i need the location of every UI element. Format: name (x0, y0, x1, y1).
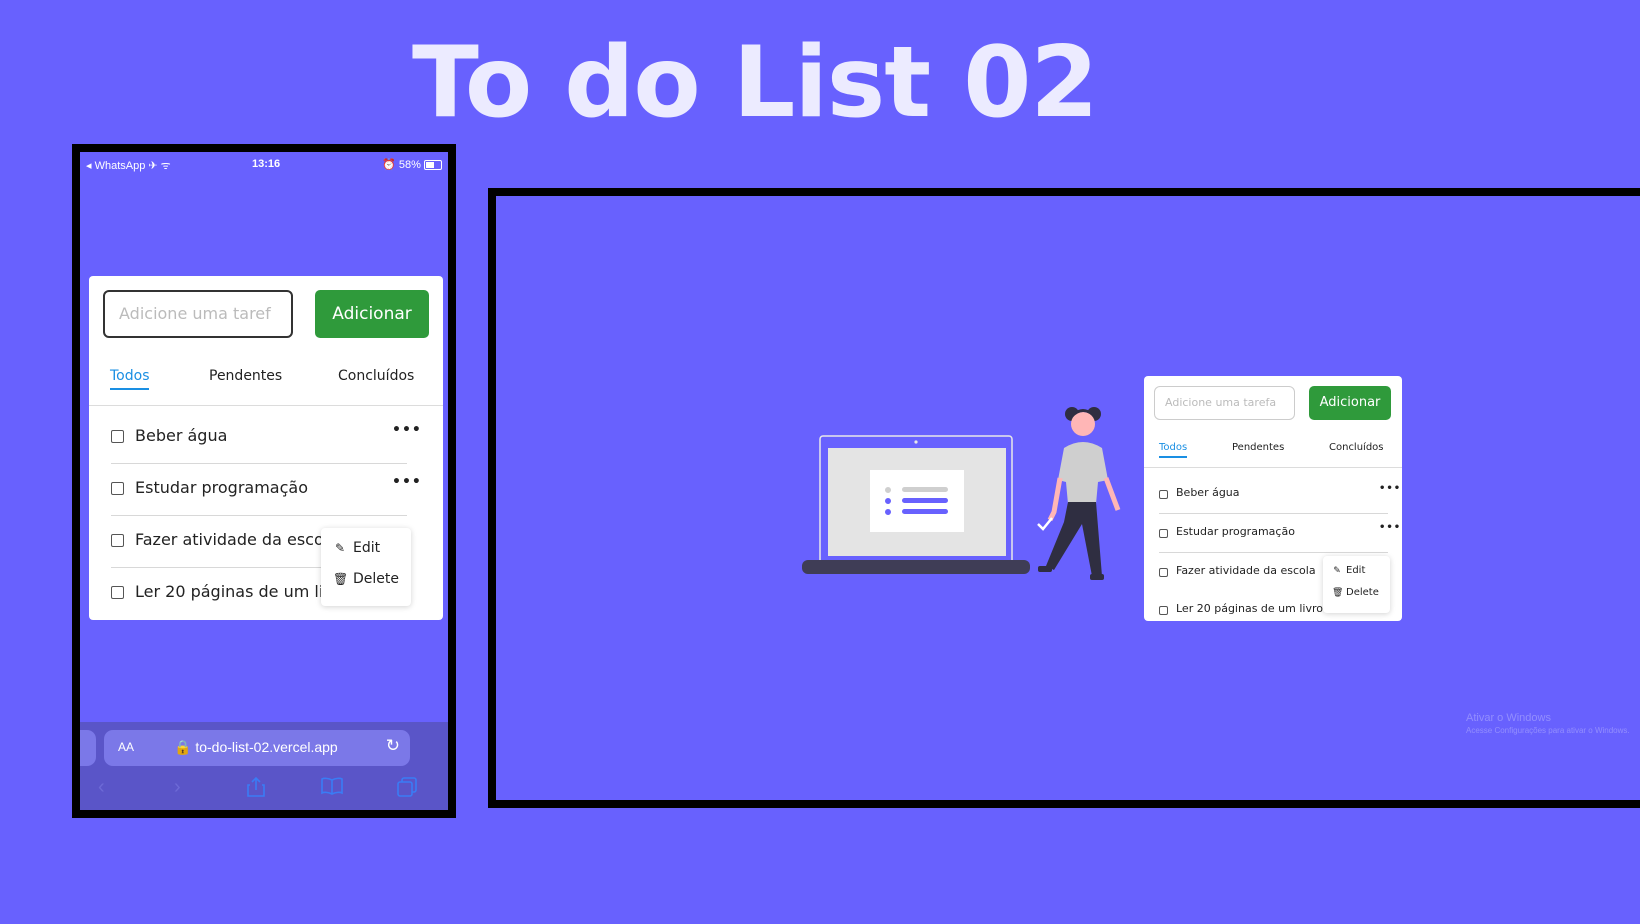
watermark-line-1: Ativar o Windows (1466, 712, 1551, 724)
tabs-divider (89, 405, 443, 406)
desktop-screenshot: Adicione uma tarefa Adicionar Todos Pend… (488, 188, 1640, 808)
bookmarks-icon[interactable] (320, 776, 344, 802)
pencil-icon: ✎ (334, 541, 346, 555)
back-icon[interactable]: ‹ (98, 776, 105, 799)
pencil-icon: ✎ (1333, 566, 1341, 576)
tabs-divider (1144, 467, 1402, 468)
task-text: Beber água (135, 426, 228, 445)
edit-label: Edit (1346, 565, 1366, 576)
share-icon[interactable] (246, 776, 266, 804)
trash-icon: 🗑 (333, 572, 349, 586)
delete-menu-item[interactable]: 🗑 Delete (1332, 587, 1379, 598)
edit-label: Edit (353, 540, 381, 556)
task-input[interactable]: Adicione uma taref (103, 290, 293, 338)
task-text: Estudar programação (135, 478, 308, 497)
add-button[interactable]: Adicionar (315, 290, 429, 338)
reload-icon[interactable]: ↻ (386, 736, 400, 756)
more-options-icon[interactable]: ••• (1379, 522, 1401, 533)
phone-screen: ◂ WhatsApp ✈ ᯤ 13:16 ⏰ 58% Adicione uma … (80, 152, 448, 810)
task-checkbox[interactable] (111, 534, 124, 547)
task-divider (111, 515, 407, 516)
task-item: Beber água ••• (1159, 482, 1400, 514)
task-text: Ler 20 páginas de um livro (1176, 602, 1323, 615)
url-text[interactable]: 🔒 to-do-list-02.vercel.app (174, 739, 338, 756)
laptop-person-illustration (802, 407, 1121, 580)
task-text: Beber água (1176, 486, 1240, 499)
phone-frame: ◂ WhatsApp ✈ ᯤ 13:16 ⏰ 58% Adicione uma … (72, 144, 456, 818)
task-checkbox[interactable] (111, 482, 124, 495)
status-time: 13:16 (252, 158, 281, 170)
delete-menu-item[interactable]: 🗑 Delete (333, 571, 399, 587)
task-item: Beber água ••• (111, 416, 421, 464)
tab-all[interactable]: Todos (1159, 442, 1188, 458)
browser-toolbar: AA 🔒 to-do-list-02.vercel.app ↻ ‹ › (80, 722, 448, 810)
more-options-icon[interactable]: ••• (392, 474, 422, 490)
todo-card: Adicione uma taref Adicionar Todos Pende… (89, 276, 443, 620)
delete-label: Delete (353, 571, 399, 587)
task-divider (1159, 552, 1388, 553)
task-text: Fazer atividade da escola (1176, 564, 1316, 577)
task-context-menu: ✎ Edit 🗑 Delete (1323, 556, 1390, 613)
task-checkbox[interactable] (1159, 490, 1168, 499)
tab-done[interactable]: Concluídos (1329, 442, 1384, 456)
edit-menu-item[interactable]: ✎ Edit (333, 540, 380, 556)
tab-pending[interactable]: Pendentes (209, 368, 282, 388)
task-text: Estudar programação (1176, 525, 1295, 538)
more-options-icon[interactable]: ••• (1379, 483, 1401, 494)
forward-icon[interactable]: › (174, 776, 181, 799)
tab-done[interactable]: Concluídos (338, 368, 414, 388)
more-options-icon[interactable]: ••• (392, 422, 422, 438)
task-context-menu: ✎ Edit 🗑 Delete (321, 528, 411, 606)
task-text: Ler 20 páginas de um livro (135, 582, 349, 601)
task-checkbox[interactable] (1159, 529, 1168, 538)
task-divider (111, 463, 407, 464)
trash-icon: 🗑 (1332, 588, 1344, 598)
task-checkbox[interactable] (111, 586, 124, 599)
status-right: ⏰ 58% (382, 158, 442, 171)
battery-icon (424, 160, 442, 171)
status-bar: ◂ WhatsApp ✈ ᯤ 13:16 ⏰ 58% (80, 156, 448, 174)
browser-nav-row: ‹ › (80, 776, 448, 806)
edit-menu-item[interactable]: ✎ Edit (1332, 565, 1365, 576)
task-checkbox[interactable] (1159, 606, 1168, 615)
status-left[interactable]: ◂ WhatsApp ✈ ᯤ (86, 158, 171, 173)
task-item: Estudar programação ••• (1159, 521, 1400, 553)
add-button[interactable]: Adicionar (1309, 386, 1391, 420)
page-title: To do List 02 (412, 26, 1099, 140)
tabs-icon[interactable] (396, 776, 418, 804)
task-item: Estudar programação ••• (111, 468, 421, 516)
task-text: Fazer atividade da escola (135, 530, 338, 549)
reader-text-size-button[interactable]: AA (118, 740, 134, 754)
windows-activation-watermark: Ativar o Windows Acesse Configurações pa… (1466, 712, 1630, 735)
battery-percent: ⏰ 58% (382, 159, 421, 171)
task-checkbox[interactable] (111, 430, 124, 443)
task-input[interactable]: Adicione uma tarefa (1154, 386, 1295, 420)
address-bar[interactable]: AA 🔒 to-do-list-02.vercel.app ↻ (104, 730, 410, 766)
todo-card-desktop: Adicione uma tarefa Adicionar Todos Pend… (1144, 376, 1402, 621)
task-divider (1159, 513, 1388, 514)
task-checkbox[interactable] (1159, 568, 1168, 577)
tab-pending[interactable]: Pendentes (1232, 442, 1284, 456)
previous-tab-stub[interactable] (80, 730, 96, 766)
tab-all[interactable]: Todos (110, 368, 150, 390)
watermark-line-2: Acesse Configurações para ativar o Windo… (1466, 726, 1630, 735)
delete-label: Delete (1346, 587, 1379, 598)
